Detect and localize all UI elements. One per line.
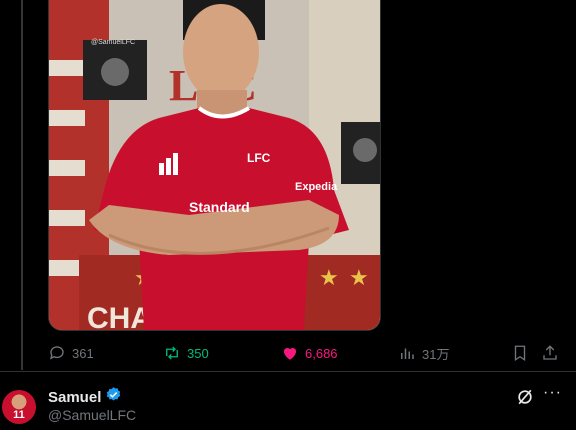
shirt-sponsor-text: Standard	[189, 199, 250, 215]
author-name-row: Samuel	[48, 386, 122, 408]
more-options-icon[interactable]: ···	[543, 384, 562, 402]
reply-button[interactable]: 361	[48, 340, 94, 366]
view-count: 31万	[422, 346, 450, 362]
svg-text:★: ★	[349, 266, 369, 291]
repost-icon	[166, 346, 178, 360]
reply-count: 361	[72, 345, 94, 361]
reply-icon	[49, 346, 64, 360]
grok-icon[interactable]	[515, 387, 535, 407]
next-tweet-header: 11 Samuel @SamuelLFC ···	[0, 372, 576, 430]
avatar-jersey-number: 11	[13, 409, 25, 421]
crest-letters: LFC	[247, 151, 271, 165]
share-icon	[543, 345, 557, 360]
repost-count: 350	[187, 345, 209, 361]
tweet-photo[interactable]: @SamuelLFC LFC ★ ★ ★ CHAMPIONS LFC Stand…	[48, 0, 381, 331]
views-button[interactable]: 31万	[398, 340, 449, 366]
photo-illustration: @SamuelLFC LFC ★ ★ ★ CHAMPIONS LFC Stand…	[49, 0, 380, 330]
bookmark-button[interactable]	[511, 340, 529, 366]
verified-badge-icon	[105, 386, 122, 408]
tweet-action-bar: 361 350 6,686 31万	[48, 340, 568, 366]
author-handle[interactable]: @SamuelLFC	[48, 407, 136, 423]
sleeve-sponsor-text: Expedia	[295, 181, 338, 193]
svg-text:★: ★	[319, 266, 339, 291]
author-name[interactable]: Samuel	[48, 389, 101, 406]
thread-connector-line	[21, 0, 23, 370]
like-count: 6,686	[305, 345, 338, 361]
repost-button[interactable]: 350	[163, 340, 209, 366]
avatar[interactable]: 11	[2, 390, 36, 424]
views-chart-icon	[401, 348, 414, 359]
bookmark-icon	[514, 345, 526, 362]
account-watermark: @SamuelLFC	[91, 39, 135, 46]
heart-icon	[283, 347, 297, 360]
like-button[interactable]: 6,686	[281, 340, 338, 366]
share-button[interactable]	[541, 340, 559, 366]
